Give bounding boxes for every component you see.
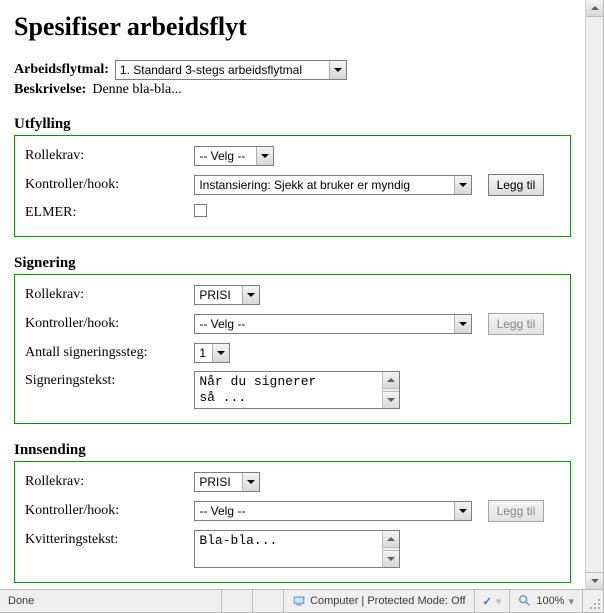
- chevron-down-icon: [242, 286, 259, 304]
- status-zoom-text: 100%: [536, 595, 564, 607]
- signering-text-label: Signeringstekst:: [23, 367, 192, 413]
- signering-steps-label: Antall signeringssteg:: [23, 339, 192, 367]
- check-icon: ✓: [483, 595, 492, 608]
- utfylling-hook-label: Kontroller/hook:: [23, 170, 192, 200]
- vertical-scrollbar[interactable]: [585, 0, 603, 589]
- innsending-hook-label: Kontroller/hook:: [23, 496, 192, 526]
- chevron-down-icon: [212, 344, 229, 362]
- status-done-text: Done: [8, 595, 34, 607]
- status-done: Done: [0, 590, 222, 612]
- utfylling-rollekrav-select[interactable]: -- Velg --: [194, 146, 274, 166]
- signering-hook-label: Kontroller/hook:: [23, 309, 192, 339]
- signering-text-value: Når du signerer så ...: [195, 372, 382, 408]
- innsending-hook-value: -- Velg --: [195, 502, 454, 520]
- chevron-down-icon: [454, 502, 471, 520]
- template-select[interactable]: 1. Standard 3-stegs arbeidsflytmal: [115, 60, 347, 80]
- innsending-add-button[interactable]: Legg til: [488, 500, 545, 522]
- utfylling-hook-select[interactable]: Instansiering: Sjekk at bruker er myndig: [194, 175, 472, 195]
- utfylling-hook-value: Instansiering: Sjekk at bruker er myndig: [195, 176, 454, 194]
- section-innsending: Rollekrav: PRISI Kontroller/hook:: [14, 461, 571, 583]
- utfylling-rollekrav-label: Rollekrav:: [23, 142, 192, 170]
- zoom-icon: [518, 594, 532, 608]
- chevron-down-icon: [329, 61, 346, 79]
- window: Spesifiser arbeidsflyt Arbeidsflytmal: 1…: [0, 0, 604, 613]
- description-value: Denne bla-bla...: [92, 82, 181, 98]
- scroll-down-icon[interactable]: [383, 550, 399, 567]
- textarea-scrollbar[interactable]: [382, 372, 399, 408]
- utfylling-rollekrav-value: -- Velg --: [195, 147, 256, 165]
- description-row: Beskrivelse: Denne bla-bla...: [14, 82, 571, 98]
- scroll-area: Spesifiser arbeidsflyt Arbeidsflytmal: 1…: [0, 0, 603, 589]
- innsending-hook-select[interactable]: -- Velg --: [194, 501, 472, 521]
- computer-icon: [292, 594, 306, 608]
- innsending-rollekrav-value: PRISI: [195, 473, 242, 491]
- scroll-up-icon[interactable]: [383, 372, 399, 389]
- elmer-checkbox[interactable]: [194, 204, 207, 217]
- signering-steps-select[interactable]: 1: [194, 343, 230, 363]
- section-title-signering: Signering: [14, 255, 571, 272]
- status-zoom[interactable]: 100% ▾: [510, 590, 583, 612]
- innsending-rollekrav-label: Rollekrav:: [23, 468, 192, 496]
- page-title: Spesifiser arbeidsflyt: [14, 12, 571, 42]
- chevron-down-icon: [256, 147, 273, 165]
- signering-rollekrav-value: PRISI: [195, 286, 242, 304]
- chevron-down-icon: [454, 315, 471, 333]
- template-label: Arbeidsflytmal:: [14, 62, 109, 78]
- status-empty-1: [222, 590, 253, 612]
- status-mode-text: Computer | Protected Mode: Off: [310, 595, 466, 607]
- scroll-up-icon[interactable]: [383, 531, 399, 548]
- template-row: Arbeidsflytmal: 1. Standard 3-stegs arbe…: [14, 60, 571, 80]
- textarea-scrollbar[interactable]: [382, 531, 399, 567]
- innsending-textarea[interactable]: Bla-bla...: [194, 530, 400, 568]
- signering-hook-select[interactable]: -- Velg --: [194, 314, 472, 334]
- page-content: Spesifiser arbeidsflyt Arbeidsflytmal: 1…: [0, 0, 585, 589]
- signering-hook-value: -- Velg --: [195, 315, 454, 333]
- scroll-up-icon[interactable]: [586, 0, 603, 17]
- section-signering: Rollekrav: PRISI Kontroller/hook:: [14, 274, 571, 424]
- status-mode: Computer | Protected Mode: Off: [284, 590, 475, 612]
- utfylling-add-button[interactable]: Legg til: [488, 174, 545, 196]
- status-bar: Done Computer | Protected Mode: Off ✓ ▾ …: [0, 589, 603, 612]
- innsending-text-label: Kvitteringstekst:: [23, 526, 192, 572]
- resize-grip[interactable]: [583, 590, 603, 612]
- chevron-down-icon: [242, 473, 259, 491]
- scroll-down-icon[interactable]: [383, 391, 399, 408]
- signering-steps-value: 1: [195, 344, 212, 362]
- utfylling-elmer-label: ELMER:: [23, 200, 192, 226]
- signering-rollekrav-select[interactable]: PRISI: [194, 285, 260, 305]
- section-utfylling: Rollekrav: -- Velg -- Kontroller/hook:: [14, 135, 571, 237]
- signering-textarea[interactable]: Når du signerer så ...: [194, 371, 400, 409]
- template-select-value: 1. Standard 3-stegs arbeidsflytmal: [116, 61, 329, 79]
- scrollbar-track[interactable]: [586, 17, 603, 572]
- section-title-innsending: Innsending: [14, 442, 571, 459]
- chevron-down-icon: [454, 176, 471, 194]
- innsending-text-value: Bla-bla...: [195, 531, 382, 567]
- signering-rollekrav-label: Rollekrav:: [23, 281, 192, 309]
- status-empty-2: [253, 590, 284, 612]
- status-checks[interactable]: ✓ ▾: [475, 590, 511, 612]
- innsending-rollekrav-select[interactable]: PRISI: [194, 472, 260, 492]
- scroll-down-icon[interactable]: [586, 572, 603, 589]
- signering-add-button[interactable]: Legg til: [488, 313, 545, 335]
- section-title-utfylling: Utfylling: [14, 116, 571, 133]
- description-label: Beskrivelse:: [14, 82, 86, 98]
